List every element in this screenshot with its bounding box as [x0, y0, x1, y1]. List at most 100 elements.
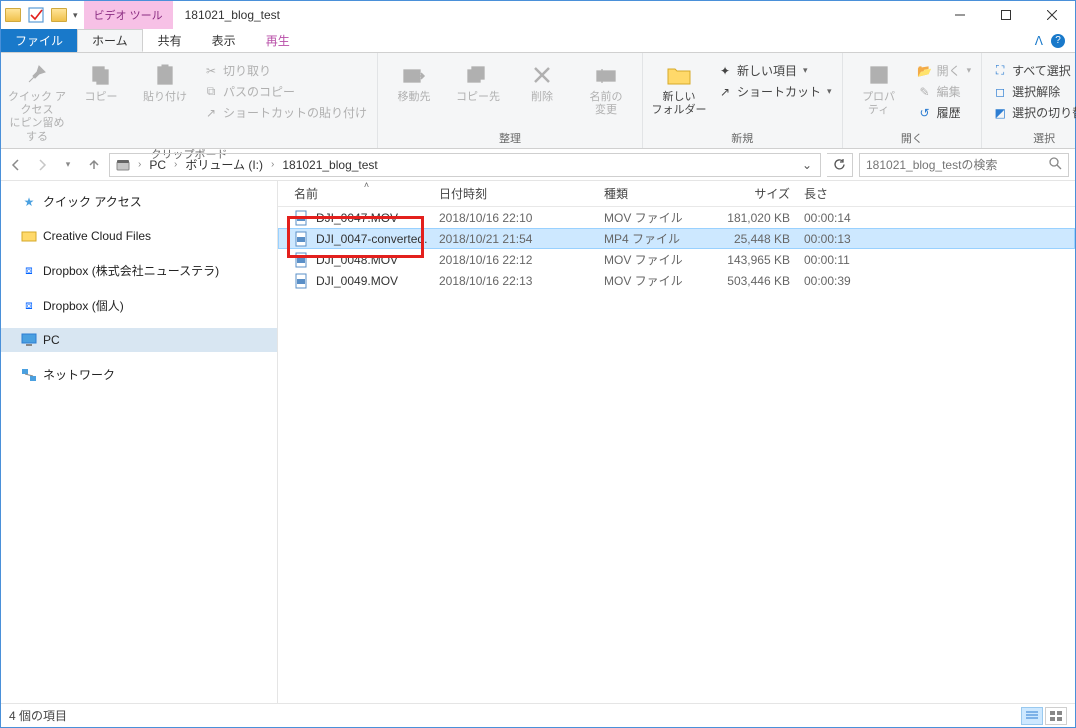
file-type: MOV ファイル [604, 209, 714, 226]
nav-dropbox-personal[interactable]: ⧈Dropbox (個人) [1, 293, 277, 318]
nav-dropbox-corp[interactable]: ⧈Dropbox (株式会社ニューステラ) [1, 258, 277, 283]
refresh-button[interactable] [827, 153, 853, 177]
view-details-button[interactable] [1021, 707, 1043, 725]
column-name[interactable]: ˄名前 [294, 185, 439, 202]
select-none-icon: ◻ [992, 84, 1008, 100]
nav-quick-access[interactable]: ★クイック アクセス [1, 189, 277, 214]
open-button[interactable]: 📂開く▾ [913, 61, 976, 80]
file-size: 143,965 KB [714, 253, 804, 267]
video-file-icon [294, 231, 310, 247]
tab-home[interactable]: ホーム [77, 29, 143, 52]
history-button[interactable]: ↺履歴 [913, 103, 976, 122]
up-button[interactable] [85, 156, 103, 174]
file-row[interactable]: DJI_0047-converted. 2018/10/21 21:54 MP4… [278, 228, 1075, 249]
paste-icon [151, 61, 179, 89]
view-large-icons-button[interactable] [1045, 707, 1067, 725]
pc-icon [21, 332, 37, 348]
column-size[interactable]: サイズ [714, 185, 804, 202]
paste-button[interactable]: 貼り付け [135, 57, 195, 104]
history-icon: ↺ [917, 105, 933, 121]
star-icon: ★ [21, 194, 37, 210]
breadcrumb-pc[interactable]: PC [145, 158, 170, 172]
column-length[interactable]: 長さ [804, 185, 894, 202]
tab-share[interactable]: 共有 [143, 29, 197, 52]
file-size: 25,448 KB [714, 232, 804, 246]
breadcrumb-root-icon[interactable] [112, 158, 134, 172]
move-to-button[interactable]: 移動先 [384, 57, 444, 104]
move-to-label: 移動先 [398, 91, 431, 104]
tab-file[interactable]: ファイル [1, 29, 77, 52]
copy-to-button[interactable]: コピー先 [448, 57, 508, 104]
window-title: 181021_blog_test [173, 1, 937, 29]
shortcut-item-icon: ↗ [717, 84, 733, 100]
copy-label: コピー [85, 91, 118, 104]
breadcrumb-folder[interactable]: 181021_blog_test [278, 158, 381, 172]
ribbon: クイック アクセスにピン留めする コピー 貼り付け ✂切り取り ⧉パスのコピー … [1, 53, 1075, 149]
maximize-button[interactable] [983, 1, 1029, 29]
ribbon-tabs: ファイル ホーム 共有 表示 再生 ᐱ ? [1, 29, 1075, 53]
recent-locations-button[interactable]: ▾ [59, 156, 77, 174]
minimize-button[interactable] [937, 1, 983, 29]
copy-path-button[interactable]: ⧉パスのコピー [199, 82, 371, 101]
close-button[interactable] [1029, 1, 1075, 29]
group-label-open: 開く [849, 128, 976, 148]
contextual-tab-video-tools: ビデオ ツール [84, 1, 173, 29]
file-row[interactable]: DJI_0048.MOV 2018/10/16 22:12 MOV ファイル 1… [278, 249, 1075, 270]
new-item-button[interactable]: ✦新しい項目▾ [713, 61, 836, 80]
nav-network[interactable]: ネットワーク [1, 362, 277, 387]
status-item-count: 4 個の項目 [9, 707, 67, 724]
file-list: DJI_0047.MOV 2018/10/16 22:10 MOV ファイル 1… [278, 207, 1075, 703]
search-icon[interactable] [1049, 157, 1062, 173]
app-icon [5, 8, 21, 22]
ribbon-group-new: 新しいフォルダー ✦新しい項目▾ ↗ショートカット▾ 新規 [643, 53, 843, 148]
scissors-icon: ✂ [203, 63, 219, 79]
properties-icon [865, 61, 893, 89]
title-bar: ▾ ビデオ ツール 181021_blog_test [1, 1, 1075, 29]
chevron-down-icon: ▾ [967, 65, 972, 76]
edit-button[interactable]: ✎編集 [913, 82, 976, 101]
nav-pc[interactable]: PC [1, 328, 277, 352]
invert-selection-button[interactable]: ◩選択の切り替え [988, 103, 1076, 122]
network-icon [21, 367, 37, 383]
chevron-right-icon[interactable]: › [269, 159, 276, 170]
file-row[interactable]: DJI_0047.MOV 2018/10/16 22:10 MOV ファイル 1… [278, 207, 1075, 228]
address-bar[interactable]: › PC › ボリューム (I:) › 181021_blog_test ⌄ [109, 153, 821, 177]
video-file-icon [294, 273, 310, 289]
cut-button[interactable]: ✂切り取り [199, 61, 371, 80]
pin-label: クイック アクセスにピン留めする [7, 91, 67, 144]
navigation-pane: ★クイック アクセス Creative Cloud Files ⧈Dropbox… [1, 181, 278, 703]
ribbon-collapse-icon[interactable]: ᐱ [1035, 34, 1043, 48]
address-dropdown-icon[interactable]: ⌄ [796, 158, 818, 172]
column-date[interactable]: 日付時刻 [439, 185, 604, 202]
tab-play[interactable]: 再生 [251, 29, 305, 52]
navigation-bar: ▾ › PC › ボリューム (I:) › 181021_blog_test ⌄ [1, 149, 1075, 181]
breadcrumb-volume[interactable]: ボリューム (I:) [181, 156, 267, 173]
rename-button[interactable]: 名前の変更 [576, 57, 636, 117]
file-date: 2018/10/16 22:10 [439, 211, 604, 225]
tab-view[interactable]: 表示 [197, 29, 251, 52]
properties-button[interactable]: プロパティ [849, 57, 909, 117]
select-all-button[interactable]: ⛶すべて選択 [988, 61, 1076, 80]
nav-creative-cloud[interactable]: Creative Cloud Files [1, 224, 277, 248]
shortcut-button[interactable]: ↗ショートカット▾ [713, 82, 836, 101]
copy-button[interactable]: コピー [71, 57, 131, 104]
chevron-right-icon[interactable]: › [136, 159, 143, 170]
paste-shortcut-button[interactable]: ↗ショートカットの貼り付け [199, 103, 371, 122]
back-button[interactable] [7, 156, 25, 174]
file-date: 2018/10/16 22:13 [439, 274, 604, 288]
qat-new-folder-icon[interactable] [51, 8, 67, 22]
search-input[interactable] [866, 158, 1049, 172]
main-area: ★クイック アクセス Creative Cloud Files ⧈Dropbox… [1, 181, 1075, 703]
search-box[interactable] [859, 153, 1069, 177]
qat-properties-icon[interactable] [25, 6, 47, 24]
delete-button[interactable]: 削除 [512, 57, 572, 104]
select-none-button[interactable]: ◻選択解除 [988, 82, 1076, 101]
qat-overflow-icon[interactable]: ▾ [71, 10, 80, 21]
file-row[interactable]: DJI_0049.MOV 2018/10/16 22:13 MOV ファイル 5… [278, 270, 1075, 291]
new-folder-button[interactable]: 新しいフォルダー [649, 57, 709, 117]
help-icon[interactable]: ? [1051, 34, 1065, 48]
forward-button[interactable] [33, 156, 51, 174]
chevron-right-icon[interactable]: › [172, 159, 179, 170]
column-type[interactable]: 種類 [604, 185, 714, 202]
pin-to-quick-access-button[interactable]: クイック アクセスにピン留めする [7, 57, 67, 144]
